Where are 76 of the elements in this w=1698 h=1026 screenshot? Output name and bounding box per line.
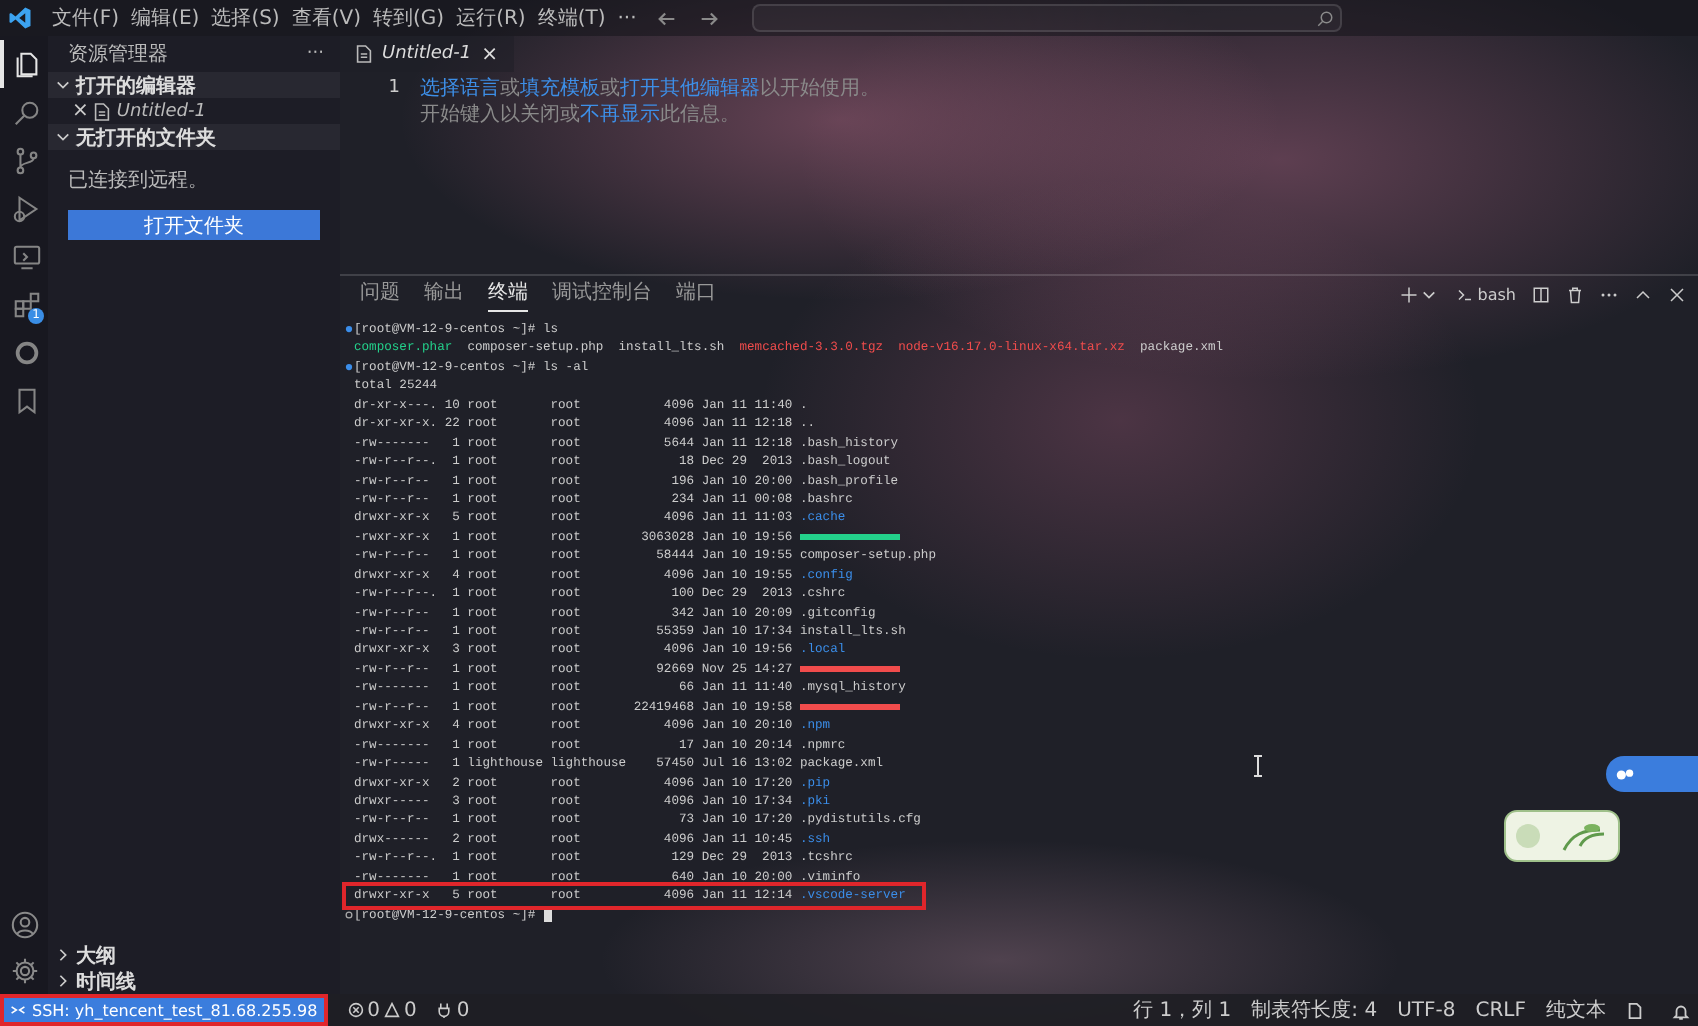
panel-tab[interactable]: 调试控制台 xyxy=(552,277,652,311)
file-icon xyxy=(94,101,111,121)
floating-assistant-icon[interactable] xyxy=(1606,756,1698,792)
remote-icon xyxy=(10,1002,26,1018)
back-arrow-icon[interactable] xyxy=(656,7,679,29)
bell-icon[interactable] xyxy=(1672,1001,1690,1019)
close-icon[interactable] xyxy=(1668,285,1686,303)
panel-tab[interactable]: 终端 xyxy=(488,277,528,311)
more-menu-button[interactable]: ··· xyxy=(617,7,637,29)
error-icon xyxy=(347,1002,364,1018)
menu-item[interactable]: 查看(V) xyxy=(291,4,361,32)
warning-icon xyxy=(384,1002,401,1018)
search-icon xyxy=(11,97,41,127)
monitor-icon xyxy=(11,241,41,271)
section-header[interactable]: 无打开的文件夹 xyxy=(48,124,340,150)
status-item[interactable]: UTF-8 xyxy=(1397,999,1456,1021)
section-header[interactable]: 大纲 xyxy=(48,942,340,968)
files-icon xyxy=(11,49,41,79)
forward-arrow-icon[interactable] xyxy=(698,7,721,29)
plug-icon xyxy=(436,1002,453,1018)
account-icon[interactable] xyxy=(9,910,39,940)
hint-link[interactable]: 选择语言 xyxy=(420,78,500,100)
plus-icon[interactable] xyxy=(1399,285,1418,303)
chevron-icon xyxy=(56,78,70,92)
panel-tab[interactable]: 端口 xyxy=(676,277,716,311)
remote-status-button[interactable]: SSH: yh_tencent_test_81.68.255.98 xyxy=(0,994,328,1026)
terminal-shell-button[interactable]: bash xyxy=(1455,285,1516,303)
line-number: 1 xyxy=(386,76,402,102)
hint-text: 或 xyxy=(500,78,520,100)
terminal-icon xyxy=(1455,285,1474,303)
settings-icon[interactable] xyxy=(9,956,39,986)
close-button[interactable]: × xyxy=(481,43,498,65)
menu-item[interactable]: 编辑(E) xyxy=(131,4,200,32)
open-editor-item[interactable]: Untitled-1 xyxy=(116,101,206,121)
menu-item[interactable]: 转到(G) xyxy=(373,4,445,32)
panel-tab[interactable]: 问题 xyxy=(360,277,400,311)
status-item[interactable]: CRLF xyxy=(1475,999,1526,1021)
branch-icon xyxy=(11,145,41,175)
search-icon xyxy=(1316,9,1335,27)
plant-sticker-drawing xyxy=(1504,810,1620,862)
panel-tab[interactable]: 输出 xyxy=(424,277,464,311)
chevron-icon xyxy=(56,130,70,144)
status-item[interactable]: 行 1，列 1 xyxy=(1133,996,1232,1024)
play-bug-icon xyxy=(11,193,41,223)
status-item[interactable]: 纯文本 xyxy=(1546,996,1606,1024)
hint-text: 此信息。 xyxy=(660,104,740,126)
menu-item[interactable]: 文件(F) xyxy=(52,4,120,32)
mouse-text-cursor-icon xyxy=(1252,754,1264,778)
ports-status-button[interactable]: 0 xyxy=(436,999,470,1021)
connection-message: 已连接到远程。 xyxy=(66,167,210,196)
menu-item[interactable]: 选择(S) xyxy=(211,4,280,32)
feedback-icon[interactable] xyxy=(1626,1001,1644,1019)
open-folder-button[interactable]: 打开文件夹 xyxy=(68,210,320,240)
status-item[interactable]: 制表符长度: 4 xyxy=(1251,996,1378,1024)
section-header[interactable]: 时间线 xyxy=(48,968,340,994)
chevron-up-icon[interactable] xyxy=(1634,285,1652,303)
section-header[interactable]: 打开的编辑器 xyxy=(48,72,340,98)
problems-status-button[interactable]: 0 0 xyxy=(347,999,417,1021)
blocks-icon xyxy=(11,289,41,319)
close-button[interactable]: × xyxy=(72,100,89,122)
menu-item[interactable]: 终端(T) xyxy=(537,4,606,32)
more-actions-button[interactable]: ··· xyxy=(306,44,324,64)
file-icon xyxy=(356,44,372,64)
hint-link[interactable]: 填充模板 xyxy=(520,78,600,100)
trash-icon[interactable] xyxy=(1566,285,1584,303)
hint-link[interactable]: 不再显示 xyxy=(580,104,660,126)
hint-text: 开始键入以关闭或 xyxy=(420,104,580,126)
sidebar-title: 资源管理器 xyxy=(68,42,168,68)
hint-text: 或 xyxy=(600,78,620,100)
ring-icon xyxy=(11,337,41,367)
chevron-down-icon[interactable] xyxy=(1421,287,1436,301)
command-center-field[interactable] xyxy=(752,4,1343,32)
hint-text: 以开始使用。 xyxy=(760,78,880,100)
menu-item[interactable]: 运行(R) xyxy=(456,4,526,32)
app-logo-icon xyxy=(8,6,32,30)
split-icon[interactable] xyxy=(1532,285,1550,303)
